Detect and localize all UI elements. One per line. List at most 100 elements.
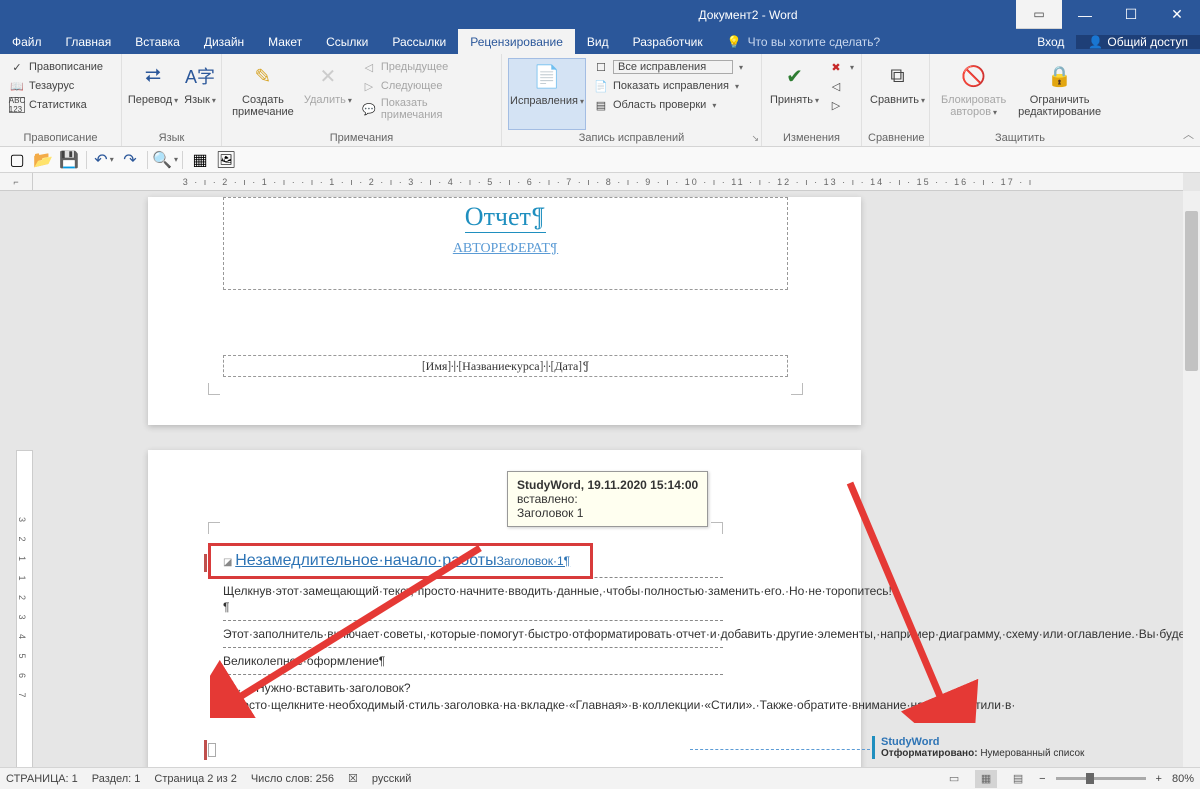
delete-comment-button[interactable]: ✕ Удалить▾ [302, 58, 354, 130]
status-proofing-icon[interactable]: ☒ [348, 772, 358, 785]
print-preview-button[interactable]: 🔍▾ [154, 149, 176, 171]
next-comment-button[interactable]: ▷Следующее [358, 77, 495, 95]
zoom-level[interactable]: 80% [1172, 773, 1194, 785]
page-2[interactable]: ◪ Незамедлительное·начало·работыЗаголово… [148, 450, 861, 771]
tab-design[interactable]: Дизайн [192, 29, 256, 54]
view-print-button[interactable]: ▦ [975, 770, 997, 788]
share-button[interactable]: 👤 Общий доступ [1076, 35, 1200, 49]
restrict-editing-button[interactable]: 🔒 Ограничить редактирование [1015, 58, 1104, 130]
redo-icon: ↷ [123, 150, 136, 170]
accept-button[interactable]: ✔ Принять▾ [768, 58, 821, 130]
undo-button[interactable]: ↶▾ [93, 149, 115, 171]
revision-balloon[interactable]: StudyWord Отформатировано: Нумерованный … [872, 736, 1162, 759]
status-language[interactable]: русский [372, 773, 411, 785]
reject-button[interactable]: ✖▾ [825, 58, 857, 76]
next-change-icon: ▷ [828, 97, 844, 113]
paragraph-4[interactable]: Нужно·вставить·заголовок?·Просто·щелкнит… [223, 681, 1015, 711]
status-words[interactable]: Число слов: 256 [251, 773, 334, 785]
window-title: Документ2 - Word [480, 8, 1016, 22]
next-change-button[interactable]: ▷ [825, 96, 857, 114]
show-comments-button[interactable]: 💬Показать примечания [358, 96, 495, 122]
group-language-label: Язык [128, 130, 215, 144]
tab-file[interactable]: Файл [0, 29, 54, 54]
doc-title[interactable]: Отчет¶ [465, 202, 546, 233]
table-button[interactable]: ▦ [189, 149, 211, 171]
reject-icon: ✖ [828, 59, 844, 75]
language-button[interactable]: A字 Язык▾ [182, 58, 218, 130]
block-authors-button[interactable]: 🚫 Блокировать авторов▾ [936, 58, 1011, 130]
minimize-button[interactable]: — [1062, 0, 1108, 29]
paragraph-1[interactable]: Щелкнув·этот·замещающий·текст,·просто·на… [223, 583, 723, 615]
status-section[interactable]: Раздел: 1 [92, 773, 141, 785]
print-preview-icon: 🔍 [152, 150, 172, 170]
vertical-ruler[interactable]: 3 2 1 1 2 3 4 5 6 7 [16, 450, 33, 770]
tracking-launcher[interactable]: ↘ [751, 133, 759, 144]
tell-me-box[interactable]: 💡 Что вы хотите сделать? [715, 29, 893, 54]
page-1[interactable]: Отчет¶ АВТОРЕФЕРАТ¶ [Имя]·|·[Название·ку… [148, 197, 861, 425]
tab-references[interactable]: Ссылки [314, 29, 380, 54]
share-label: Общий доступ [1107, 35, 1188, 49]
doc-subtitle[interactable]: АВТОРЕФЕРАТ¶ [224, 239, 787, 257]
tab-insert[interactable]: Вставка [123, 29, 192, 54]
revision-value: Нумерованный список [980, 748, 1084, 759]
maximize-button[interactable]: ☐ [1108, 0, 1154, 29]
horizontal-ruler[interactable]: 3 · ı · 2 · ı · 1 · ı · · ı · 1 · ı · 2 … [33, 173, 1183, 191]
title-textbox[interactable]: Отчет¶ АВТОРЕФЕРАТ¶ [223, 197, 788, 290]
login-link[interactable]: Вход [1025, 35, 1076, 49]
status-pageof[interactable]: Страница 2 из 2 [154, 773, 236, 785]
track-changes-button[interactable]: 📄 Исправления▾ [508, 58, 586, 130]
tooltip-author: StudyWord, 19.11.2020 15:14:00 [517, 478, 698, 492]
change-mark[interactable] [204, 554, 207, 572]
new-doc-icon: ▢ [9, 150, 24, 170]
stats-button[interactable]: ABC123Статистика [6, 96, 106, 114]
tab-layout[interactable]: Макет [256, 29, 314, 54]
paragraph-3[interactable]: Великолепное·оформление¶ [223, 653, 723, 669]
ribbon-options-icon[interactable]: ▭ [1016, 0, 1062, 29]
block-authors-icon: 🚫 [958, 60, 990, 92]
spelling-button[interactable]: ✓Правописание [6, 58, 106, 76]
open-button[interactable]: 📂 [32, 149, 54, 171]
tab-home[interactable]: Главная [54, 29, 124, 54]
collapse-ribbon-icon[interactable]: ︿ [1183, 126, 1194, 142]
prev-icon: ◁ [361, 59, 377, 75]
zoom-in-button[interactable]: + [1156, 773, 1162, 785]
delete-comment-icon: ✕ [312, 60, 344, 92]
show-markup-icon: 📄 [593, 78, 609, 94]
picture-button[interactable]: 🖼 [215, 149, 237, 171]
compare-button[interactable]: ⧉ Сравнить▾ [868, 58, 927, 130]
close-button[interactable]: ✕ [1154, 0, 1200, 29]
cursor-margin-icon [208, 743, 216, 757]
scrollbar-thumb[interactable] [1185, 211, 1198, 371]
tab-view[interactable]: Вид [575, 29, 621, 54]
vertical-scrollbar[interactable] [1183, 191, 1200, 771]
picture-icon: 🖼 [216, 150, 236, 170]
view-web-button[interactable]: ▤ [1007, 770, 1029, 788]
redo-button[interactable]: ↷ [119, 149, 141, 171]
show-markup-button[interactable]: 📄Показать исправления▾ [590, 77, 755, 95]
display-for-review[interactable]: ☐Все исправления▾ [590, 58, 755, 76]
thesaurus-button[interactable]: 📖Тезаурус [6, 77, 106, 95]
meta-textbox[interactable]: [Имя]·|·[Название·курса]·|·[Дата]¶ [223, 355, 788, 377]
status-page[interactable]: СТРАНИЦА: 1 [6, 773, 78, 785]
tab-review[interactable]: Рецензирование [458, 29, 575, 54]
stats-icon: ABC123 [9, 97, 25, 113]
translate-button[interactable]: ⮂ Перевод▾ [128, 58, 178, 130]
annotation-highlight [208, 543, 593, 579]
group-changes-label: Изменения [768, 130, 855, 144]
prev-change-button[interactable]: ◁ [825, 77, 857, 95]
zoom-slider[interactable] [1056, 777, 1146, 780]
zoom-knob[interactable] [1086, 773, 1094, 784]
tab-mailings[interactable]: Рассылки [380, 29, 458, 54]
tell-me-label: Что вы хотите сделать? [748, 35, 881, 49]
view-read-button[interactable]: ▭ [943, 770, 965, 788]
paragraph-2[interactable]: Этот·заполнитель·включает·советы,·которы… [223, 626, 723, 642]
new-doc-button[interactable]: ▢ [6, 149, 28, 171]
tab-developer[interactable]: Разработчик [621, 29, 715, 54]
change-mark[interactable] [204, 740, 207, 760]
language-icon: A字 [184, 60, 216, 92]
prev-comment-button[interactable]: ◁Предыдущее [358, 58, 495, 76]
save-button[interactable]: 💾 [58, 149, 80, 171]
new-comment-button[interactable]: ✎ Создать примечание [228, 58, 298, 130]
reviewing-pane-button[interactable]: ▤Область проверки▾ [590, 96, 755, 114]
zoom-out-button[interactable]: − [1039, 773, 1045, 785]
